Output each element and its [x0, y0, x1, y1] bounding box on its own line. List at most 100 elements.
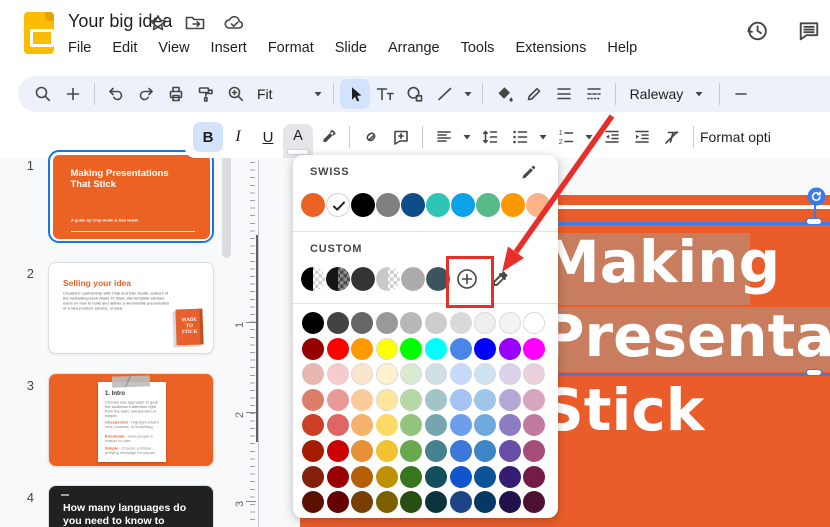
align-caret-icon[interactable]	[459, 122, 475, 152]
palette-color-swatch[interactable]	[424, 491, 447, 514]
palette-color-swatch[interactable]	[449, 439, 472, 462]
palette-color-swatch[interactable]	[375, 388, 398, 411]
palette-color-swatch[interactable]	[424, 312, 447, 334]
palette-color-swatch[interactable]	[474, 312, 497, 334]
rotate-handle-icon[interactable]	[807, 187, 826, 206]
palette-color-swatch[interactable]	[523, 337, 546, 360]
palette-color-swatch[interactable]	[326, 312, 349, 334]
theme-color-swatch[interactable]	[451, 193, 475, 217]
palette-color-swatch[interactable]	[302, 363, 324, 386]
palette-color-swatch[interactable]	[424, 439, 447, 462]
palette-color-swatch[interactable]	[498, 363, 521, 386]
zoom-button[interactable]	[221, 79, 251, 109]
font-family-select[interactable]: Raleway	[622, 79, 692, 109]
palette-color-swatch[interactable]	[474, 388, 497, 411]
decrease-indent-button[interactable]	[597, 122, 627, 152]
theme-color-swatch[interactable]	[401, 193, 425, 217]
palette-color-swatch[interactable]	[326, 414, 349, 437]
palette-color-swatch[interactable]	[498, 491, 521, 514]
palette-color-swatch[interactable]	[375, 337, 398, 360]
menu-insert[interactable]: Insert	[211, 40, 247, 56]
theme-color-swatch[interactable]	[426, 193, 450, 217]
custom-color-swatch[interactable]	[351, 267, 375, 291]
palette-color-swatch[interactable]	[498, 312, 521, 334]
bulleted-list-button[interactable]	[505, 122, 535, 152]
palette-color-swatch[interactable]	[400, 439, 423, 462]
palette-color-swatch[interactable]	[449, 312, 472, 334]
palette-color-swatch[interactable]	[351, 388, 374, 411]
menu-slide[interactable]: Slide	[335, 40, 367, 56]
undo-button[interactable]	[101, 79, 131, 109]
palette-color-swatch[interactable]	[449, 465, 472, 488]
palette-color-swatch[interactable]	[498, 465, 521, 488]
star-icon[interactable]	[148, 13, 168, 33]
numbered-list-button[interactable]: 12	[551, 122, 581, 152]
cloud-saved-icon[interactable]	[222, 13, 246, 33]
zoom-select-caret-icon[interactable]	[309, 79, 327, 109]
palette-color-swatch[interactable]	[474, 439, 497, 462]
palette-color-swatch[interactable]	[351, 439, 374, 462]
menu-help[interactable]: Help	[607, 40, 637, 56]
palette-color-swatch[interactable]	[424, 337, 447, 360]
palette-color-swatch[interactable]	[523, 491, 546, 514]
theme-color-swatch[interactable]	[301, 193, 325, 217]
palette-color-swatch[interactable]	[351, 414, 374, 437]
zoom-select[interactable]: Fit	[251, 79, 279, 109]
palette-color-swatch[interactable]	[424, 414, 447, 437]
resize-handle-top[interactable]	[806, 218, 822, 225]
palette-color-swatch[interactable]	[449, 388, 472, 411]
print-button[interactable]	[161, 79, 191, 109]
palette-color-swatch[interactable]	[326, 363, 349, 386]
palette-color-swatch[interactable]	[523, 465, 546, 488]
numbered-list-caret-icon[interactable]	[581, 122, 597, 152]
palette-color-swatch[interactable]	[302, 465, 324, 488]
palette-color-swatch[interactable]	[326, 337, 349, 360]
menu-arrange[interactable]: Arrange	[388, 40, 440, 56]
palette-color-swatch[interactable]	[400, 337, 423, 360]
increase-indent-button[interactable]	[627, 122, 657, 152]
menu-extensions[interactable]: Extensions	[515, 40, 586, 56]
theme-color-swatch[interactable]	[526, 193, 550, 217]
custom-color-swatch[interactable]	[301, 267, 325, 291]
palette-color-swatch[interactable]	[523, 439, 546, 462]
slide-thumbnail-3[interactable]: 1. Intro Choose one approach to grab the…	[48, 373, 214, 467]
font-size-decrease-button[interactable]	[726, 79, 756, 109]
palette-color-swatch[interactable]	[474, 337, 497, 360]
resize-handle-bottom[interactable]	[806, 369, 822, 376]
palette-color-swatch[interactable]	[474, 414, 497, 437]
palette-color-swatch[interactable]	[498, 414, 521, 437]
menu-format[interactable]: Format	[268, 40, 314, 56]
palette-color-swatch[interactable]	[498, 337, 521, 360]
insert-shape-button[interactable]	[400, 79, 430, 109]
palette-color-swatch[interactable]	[449, 337, 472, 360]
palette-color-swatch[interactable]	[326, 465, 349, 488]
insert-link-button[interactable]	[356, 122, 386, 152]
custom-color-swatch[interactable]	[376, 267, 400, 291]
palette-color-swatch[interactable]	[351, 312, 374, 334]
zoom-add-button[interactable]	[58, 79, 88, 109]
menu-file[interactable]: File	[68, 40, 91, 56]
palette-color-swatch[interactable]	[523, 312, 546, 334]
border-color-button[interactable]	[519, 79, 549, 109]
palette-color-swatch[interactable]	[351, 465, 374, 488]
palette-color-swatch[interactable]	[302, 491, 324, 514]
slide-title-text[interactable]: Making Presentations That Stick	[542, 225, 830, 447]
palette-color-swatch[interactable]	[375, 465, 398, 488]
redo-button[interactable]	[131, 79, 161, 109]
palette-color-swatch[interactable]	[302, 337, 324, 360]
palette-color-swatch[interactable]	[302, 439, 324, 462]
palette-color-swatch[interactable]	[474, 465, 497, 488]
paint-format-button[interactable]	[191, 79, 221, 109]
custom-color-swatch[interactable]	[326, 267, 350, 291]
palette-color-swatch[interactable]	[498, 388, 521, 411]
move-folder-icon[interactable]	[184, 13, 206, 33]
palette-color-swatch[interactable]	[400, 312, 423, 334]
palette-color-swatch[interactable]	[326, 439, 349, 462]
palette-color-swatch[interactable]	[424, 388, 447, 411]
palette-color-swatch[interactable]	[351, 363, 374, 386]
slide-thumbnail-1[interactable]: Making Presentations That Stick A guide …	[48, 150, 214, 243]
palette-color-swatch[interactable]	[400, 465, 423, 488]
palette-color-swatch[interactable]	[351, 337, 374, 360]
font-caret-icon[interactable]	[691, 79, 707, 109]
edit-theme-colors-icon[interactable]	[518, 163, 538, 183]
